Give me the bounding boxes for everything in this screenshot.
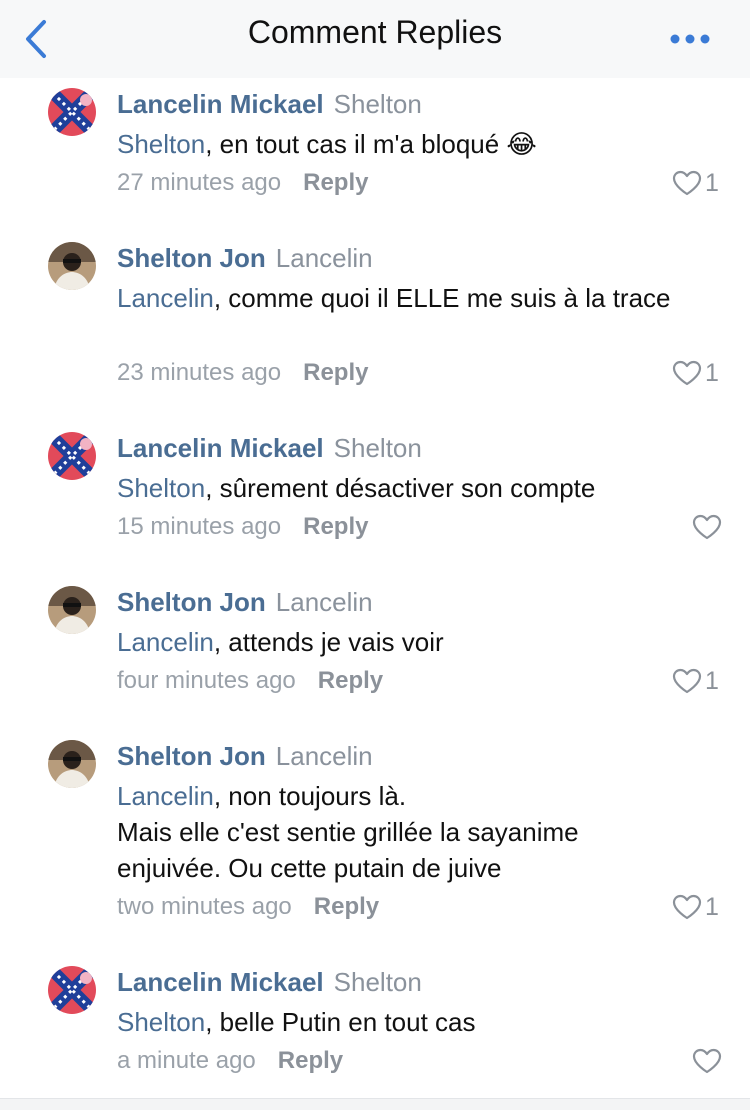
comment-author[interactable]: Shelton Jon xyxy=(117,243,266,273)
like-button[interactable]: 1 xyxy=(672,666,719,696)
comment-author[interactable]: Lancelin Mickael xyxy=(117,89,324,119)
like-count: 1 xyxy=(705,666,719,695)
reply-button[interactable]: Reply xyxy=(318,667,383,694)
person-avatar[interactable] xyxy=(48,242,96,290)
reply-to-name[interactable]: Lancelin xyxy=(276,243,373,273)
person-avatar[interactable] xyxy=(48,586,96,634)
like-count: 1 xyxy=(705,892,719,921)
comment-text: Lancelin, non toujours là. Mais elle c'e… xyxy=(117,778,677,886)
comment-body: , comme quoi il ELLE me suis à la trace xyxy=(213,283,671,313)
mention-link[interactable]: Shelton xyxy=(117,473,205,503)
comment-text: Shelton, sûrement désactiver son compte xyxy=(117,470,677,506)
comment-author[interactable]: Lancelin Mickael xyxy=(117,967,324,997)
heart-icon xyxy=(692,1048,722,1074)
reply-button[interactable]: Reply xyxy=(303,359,368,386)
comment-text: Shelton, en tout cas il m'a bloqué 😂 xyxy=(117,126,677,162)
reply-button[interactable]: Reply xyxy=(314,893,379,920)
header-bar: Comment Replies xyxy=(0,0,750,78)
like-button[interactable] xyxy=(692,1046,725,1076)
comment-text: Lancelin, comme quoi il ELLE me suis à l… xyxy=(117,280,677,316)
comment-body: , sûrement désactiver son compte xyxy=(205,473,596,503)
comment-timestamp: a minute ago xyxy=(117,1047,256,1074)
mention-link[interactable]: Lancelin xyxy=(117,627,214,657)
comment-body: , belle Putin en tout cas xyxy=(205,1007,476,1037)
like-count: 1 xyxy=(705,358,719,387)
comment-text: Lancelin, attends je vais voir xyxy=(117,624,677,660)
comment-timestamp: 15 minutes ago xyxy=(117,513,282,540)
comment-author[interactable]: Lancelin Mickael xyxy=(117,433,324,463)
like-button[interactable] xyxy=(692,512,725,542)
comment-text: Shelton, belle Putin en tout cas xyxy=(117,1004,677,1040)
heart-icon xyxy=(672,894,702,920)
reply-button[interactable]: Reply xyxy=(303,513,368,540)
like-button[interactable]: 1 xyxy=(672,168,719,198)
comment-timestamp: four minutes ago xyxy=(117,667,296,694)
page-title: Comment Replies xyxy=(247,14,503,50)
reply-to-name[interactable]: Lancelin xyxy=(276,587,373,617)
comment-author[interactable]: Shelton Jon xyxy=(117,587,266,617)
mention-link[interactable]: Shelton xyxy=(117,1007,205,1037)
reply-button[interactable]: Reply xyxy=(303,169,368,196)
comment-timestamp: 23 minutes ago xyxy=(117,359,282,386)
like-count: 1 xyxy=(705,168,719,197)
mention-link[interactable]: Lancelin xyxy=(117,283,214,313)
heart-icon xyxy=(672,668,702,694)
flag-avatar[interactable] xyxy=(48,88,96,136)
mention-link[interactable]: Lancelin xyxy=(117,781,214,811)
mention-link[interactable]: Shelton xyxy=(117,129,205,159)
reply-to-name[interactable]: Shelton xyxy=(334,433,422,463)
more-options-icon[interactable] xyxy=(670,34,710,44)
reply-to-name[interactable]: Shelton xyxy=(334,89,422,119)
reply-to-name[interactable]: Shelton xyxy=(334,967,422,997)
comment-body: , en tout cas il m'a bloqué 😂 xyxy=(205,129,537,159)
heart-icon xyxy=(672,360,702,386)
comment-author[interactable]: Shelton Jon xyxy=(117,741,266,771)
bottom-divider xyxy=(0,1098,750,1110)
comment-timestamp: 27 minutes ago xyxy=(117,169,282,196)
heart-icon xyxy=(672,170,702,196)
like-button[interactable]: 1 xyxy=(672,358,719,388)
comment-body: , attends je vais voir xyxy=(213,627,444,657)
reply-button[interactable]: Reply xyxy=(278,1047,343,1074)
person-avatar[interactable] xyxy=(48,740,96,788)
reply-to-name[interactable]: Lancelin xyxy=(276,741,373,771)
comment-timestamp: two minutes ago xyxy=(117,893,292,920)
heart-icon xyxy=(692,514,722,540)
flag-avatar[interactable] xyxy=(48,966,96,1014)
flag-avatar[interactable] xyxy=(48,432,96,480)
like-button[interactable]: 1 xyxy=(672,892,719,922)
